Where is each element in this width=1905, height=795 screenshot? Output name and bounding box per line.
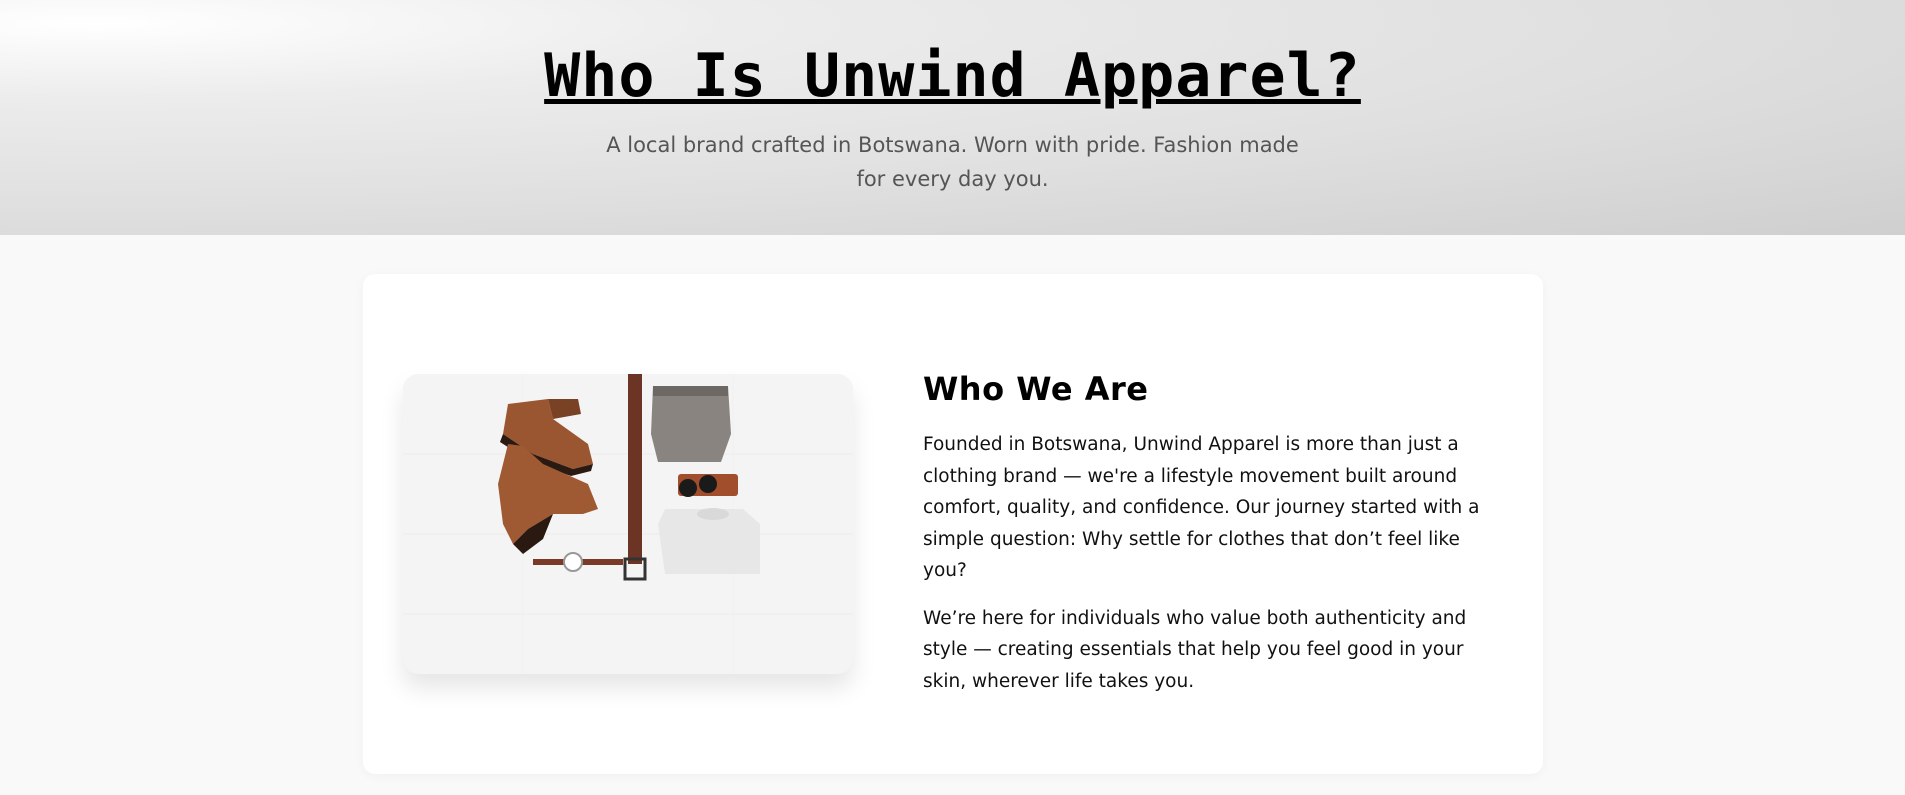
sunglasses-case bbox=[678, 474, 738, 497]
about-text: Who We Are Founded in Botswana, Unwind A… bbox=[923, 369, 1493, 713]
hero-subtitle: A local brand crafted in Botswana. Worn … bbox=[606, 133, 1299, 191]
t-shirt bbox=[658, 508, 760, 574]
page-title: Who Is Unwind Apparel? bbox=[544, 41, 1361, 111]
apparel-flatlay-image bbox=[403, 374, 853, 674]
about-paragraph: We’re here for individuals who value bot… bbox=[923, 607, 1467, 692]
about-paragraph: Founded in Botswana, Unwind Apparel is m… bbox=[923, 434, 1480, 581]
about-card: Who We Are Founded in Botswana, Unwind A… bbox=[363, 274, 1543, 774]
section-heading: Who We Are bbox=[923, 370, 1149, 408]
hero-banner: Who Is Unwind Apparel? A local brand cra… bbox=[0, 0, 1905, 235]
belt bbox=[623, 374, 647, 581]
trousers bbox=[651, 386, 731, 462]
